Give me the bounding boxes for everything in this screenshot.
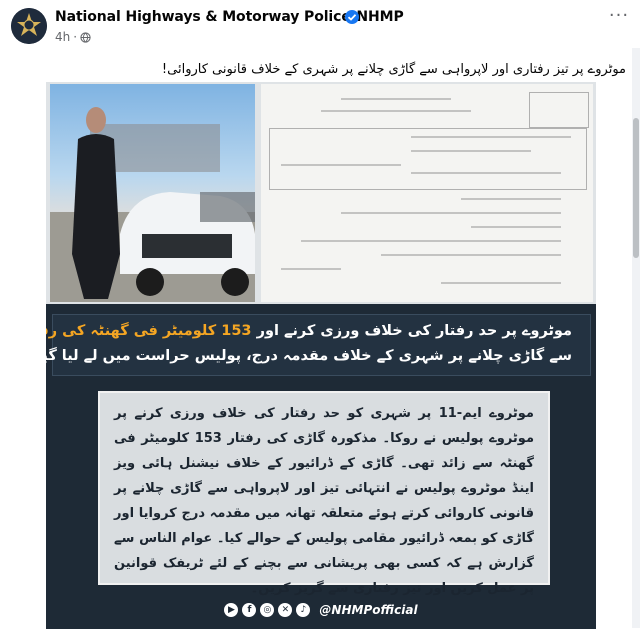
- globe-icon: [80, 31, 91, 43]
- instagram-icon: ◎: [260, 603, 275, 617]
- page-avatar[interactable]: [11, 8, 47, 44]
- post-image[interactable]: موٹروے پر حد رفتار کی خلاف ورزی کرنے اور…: [46, 82, 596, 629]
- post-meta: 4h ·: [55, 30, 91, 44]
- headline-card: موٹروے پر حد رفتار کی خلاف ورزی کرنے اور…: [46, 314, 591, 376]
- more-options-button[interactable]: ···: [606, 7, 632, 30]
- headline-highlight: 153 کلومیٹر فی گھنٹہ کی رفتار: [46, 323, 252, 339]
- headline-line-1: موٹروے پر حد رفتار کی خلاف ورزی کرنے اور…: [46, 323, 572, 339]
- scrollbar[interactable]: [632, 48, 640, 628]
- headline-line-2: سے گاڑی چلانے پر شہری کے خلاف مقدمہ درج،…: [46, 348, 572, 364]
- scrollbar-thumb[interactable]: [633, 118, 639, 258]
- facebook-icon: f: [242, 603, 257, 617]
- youtube-icon: ▶: [224, 603, 239, 617]
- body-text: موٹروے ایم-11 پر شہری کو حد رفتار کی خلا…: [114, 406, 534, 596]
- tiktok-icon: ♪: [296, 603, 311, 617]
- social-handles: ▶ f ◎ ✕ ♪ @NHMPofficial: [46, 599, 596, 621]
- car-photo: [50, 84, 255, 302]
- post-header: National Highways & Motorway Police-NHMP…: [0, 0, 640, 54]
- body-card: موٹروے ایم-11 پر شہری کو حد رفتار کی خلا…: [98, 391, 550, 596]
- post-caption: موٹروے پر تیز رفتاری اور لاپرواہی سے گاڑ…: [161, 62, 626, 77]
- meta-dot: ·: [73, 30, 78, 44]
- info-banner: موٹروے پر حد رفتار کی خلاف ورزی کرنے اور…: [46, 304, 596, 629]
- fir-document-scan: [261, 84, 593, 302]
- social-handle: @NHMPofficial: [319, 603, 418, 617]
- x-icon: ✕: [278, 603, 293, 617]
- post-time[interactable]: 4h: [55, 30, 70, 44]
- headline-part1: موٹروے پر حد رفتار کی خلاف ورزی کرنے اور: [256, 323, 572, 339]
- verified-badge-icon: [345, 10, 359, 24]
